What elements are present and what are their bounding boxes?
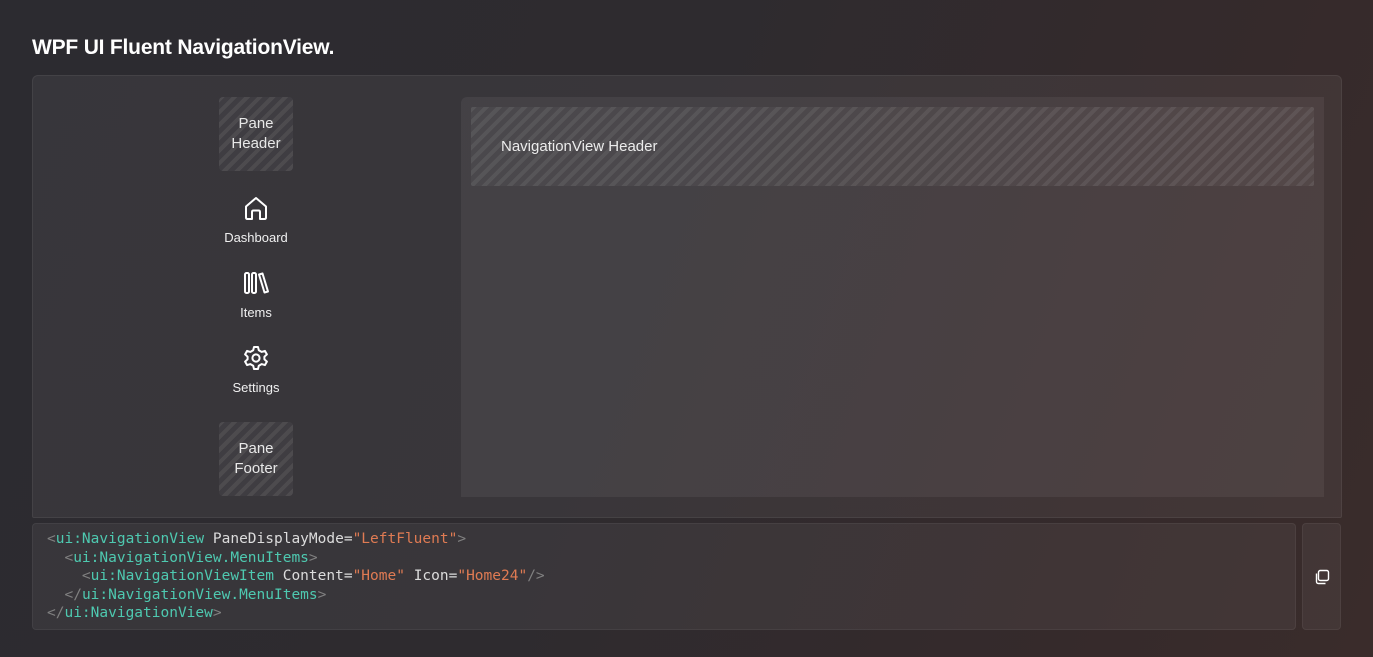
page-title: WPF UI Fluent NavigationView. (32, 36, 335, 59)
code-line: <ui:NavigationView PaneDisplayMode="Left… (47, 531, 467, 547)
nav-item-dashboard[interactable]: Dashboard (211, 190, 301, 260)
code-line: <ui:NavigationViewItem Content="Home" Ic… (81, 568, 545, 584)
code-sample: <ui:NavigationView PaneDisplayMode="Left… (32, 523, 1296, 630)
nav-item-label: Settings (232, 380, 280, 395)
navigation-view-header: NavigationView Header (471, 107, 1314, 186)
navigation-view-header-label: NavigationView Header (501, 138, 658, 155)
nav-item-label: Items (240, 305, 272, 320)
gear-icon (244, 346, 268, 370)
navigation-content-area: NavigationView Header (461, 97, 1324, 497)
code-line: </ui:NavigationView.MenuItems> (64, 586, 327, 603)
nav-item-settings[interactable]: Settings (211, 340, 301, 410)
sample-card: Pane Header Dashboard Items Settings Pan… (32, 75, 1342, 518)
library-icon (244, 272, 269, 294)
pane-footer: Pane Footer (219, 422, 293, 496)
code-line: </ui:NavigationView> (47, 605, 222, 621)
copy-code-button[interactable] (1302, 523, 1341, 630)
nav-item-label: Dashboard (224, 230, 288, 245)
code-line: <ui:NavigationView.MenuItems> (64, 549, 318, 566)
pane-header: Pane Header (219, 97, 293, 171)
copy-icon (1315, 569, 1329, 584)
home-icon (245, 197, 267, 220)
nav-item-items[interactable]: Items (211, 265, 301, 335)
